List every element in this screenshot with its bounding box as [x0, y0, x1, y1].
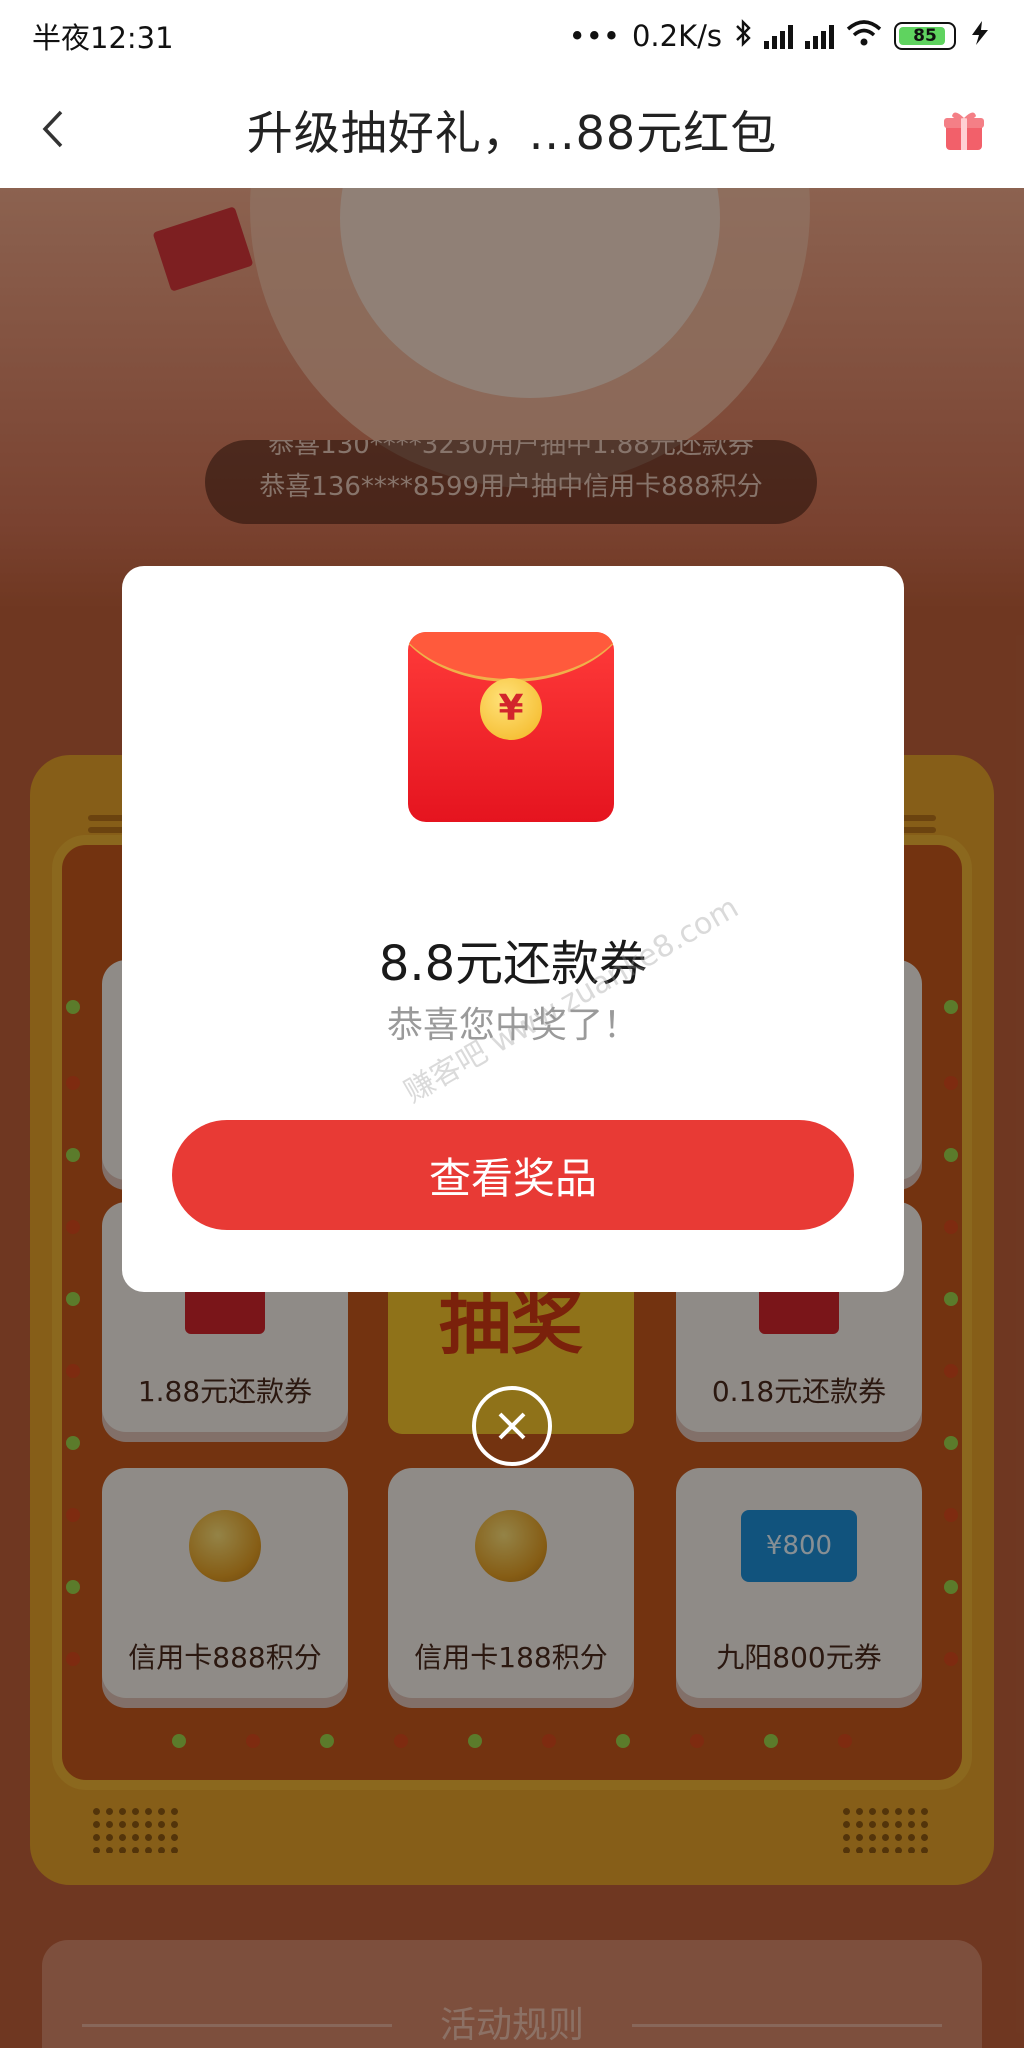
- net-speed: 0.2K/s: [631, 19, 722, 53]
- signal-icon: [805, 23, 834, 49]
- close-modal-button[interactable]: [472, 1386, 552, 1466]
- wifi-icon: [846, 19, 882, 54]
- prize-modal: ¥ 8.8元还款券 恭喜您中奖了！ 查看奖品: [122, 566, 904, 1292]
- status-time: 半夜12:31: [32, 21, 174, 55]
- battery-level: 85: [913, 26, 937, 46]
- gift-icon: [944, 112, 984, 150]
- chevron-left-icon: [42, 110, 63, 148]
- status-indicators: ••• 0.2K/s 85: [568, 18, 992, 54]
- more-dots-icon: •••: [568, 19, 620, 53]
- status-bar: 半夜12:31 ••• 0.2K/s 85: [0, 0, 1024, 72]
- title-bar: 升级抽好礼，...88元红包: [0, 72, 1024, 188]
- view-prize-button[interactable]: 查看奖品: [172, 1120, 854, 1230]
- red-packet-icon: ¥: [408, 632, 614, 822]
- page-title: 升级抽好礼，...88元红包: [246, 106, 778, 160]
- close-icon: [498, 1412, 526, 1440]
- bluetooth-icon: [734, 18, 752, 54]
- gift-button[interactable]: [942, 108, 986, 152]
- signal-icon: [764, 23, 793, 49]
- congrats-text: 恭喜您中奖了！: [386, 1005, 639, 1046]
- back-button[interactable]: [30, 106, 76, 152]
- yuan-seal-icon: ¥: [480, 678, 542, 740]
- battery-icon: 85: [894, 22, 956, 50]
- charging-icon: [968, 19, 992, 54]
- prize-name: 8.8元还款券: [378, 936, 648, 992]
